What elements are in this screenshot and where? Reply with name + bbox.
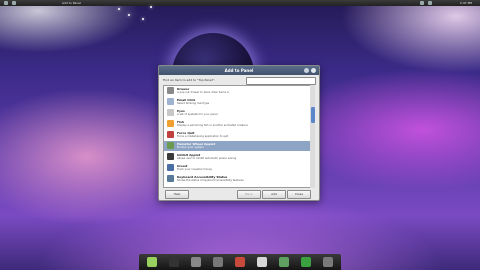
list-item[interactable]: Drawer A pop out drawer to store other i…: [164, 86, 310, 96]
network-icon[interactable]: [420, 1, 424, 5]
item-desc: A pop out drawer to store other items in: [177, 91, 230, 94]
force-quit-icon: [167, 131, 174, 138]
list-item[interactable]: Email Click Select blinking mail type: [164, 97, 310, 107]
find-label: Find an item to add to "Top Panel":: [163, 78, 215, 82]
terminal-icon[interactable]: [169, 257, 179, 267]
close-icon[interactable]: [311, 68, 316, 73]
scroll-thumb[interactable]: [310, 107, 315, 123]
eyes-icon: [167, 109, 174, 116]
add-to-panel-dialog: Add to Panel Find an item to add to "Top…: [158, 65, 320, 201]
photos-icon[interactable]: [235, 257, 245, 267]
menu-icon[interactable]: [4, 1, 8, 5]
search-input[interactable]: [246, 76, 316, 85]
list-item[interactable]: Eyes A set of eyeballs for your panel: [164, 108, 310, 118]
item-desc: Monitor your system: [177, 146, 204, 149]
add-button[interactable]: Add: [262, 190, 286, 199]
item-desc: Shows the status of keyboard accessibili…: [177, 179, 244, 182]
list-item[interactable]: Inhibit Applet Allows user to inhibit au…: [164, 152, 310, 162]
sparkle: [118, 8, 120, 10]
applet-list[interactable]: Drawer A pop out drawer to store other i…: [163, 85, 311, 188]
sparkle: [150, 6, 152, 8]
folder-icon[interactable]: [213, 257, 223, 267]
browser-icon[interactable]: [257, 257, 267, 267]
list-item-selected[interactable]: Hamster Wheel Applet Monitor your system: [164, 141, 310, 151]
inhibit-icon: [167, 153, 174, 160]
list-item[interactable]: Fish Display a swimming fish or another …: [164, 119, 310, 129]
dock: [139, 254, 341, 270]
dialog-titlebar[interactable]: Add to Panel: [159, 66, 319, 75]
drawer-icon: [167, 87, 174, 94]
active-window-title[interactable]: Add to Panel: [62, 0, 81, 6]
item-desc: Allows user to inhibit automatic power s…: [177, 157, 237, 160]
chat-icon[interactable]: [301, 257, 311, 267]
help-button[interactable]: Help: [165, 190, 189, 199]
keyboard-icon: [167, 175, 174, 182]
dialog-title: Add to Panel: [224, 68, 254, 73]
item-desc: Display a swimming fish or another anima…: [177, 124, 248, 127]
close-button[interactable]: Close: [287, 190, 311, 199]
clock[interactable]: 2:47 PM: [460, 0, 472, 6]
hamster-icon: [167, 142, 174, 149]
invest-icon: [167, 164, 174, 171]
item-desc: A set of eyeballs for your panel: [177, 113, 218, 116]
sparkle: [128, 14, 130, 16]
item-desc: Force a misbehaving application to quit: [177, 135, 229, 138]
sparkle: [142, 18, 144, 20]
list-scrollbar[interactable]: [310, 85, 315, 188]
trash-icon[interactable]: [323, 257, 333, 267]
mail-icon: [167, 98, 174, 105]
music-icon[interactable]: [279, 257, 289, 267]
files-icon[interactable]: [147, 257, 157, 267]
back-button[interactable]: Back: [237, 190, 261, 199]
fish-icon: [167, 120, 174, 127]
item-desc: Track your invested money: [177, 168, 213, 171]
list-item[interactable]: Invest Track your invested money: [164, 163, 310, 173]
top-panel: Add to Panel 2:47 PM: [0, 0, 480, 6]
list-item[interactable]: Keyboard Accessibility Status Shows the …: [164, 174, 310, 184]
launcher-icon[interactable]: [12, 1, 16, 5]
item-desc: Select blinking mail type: [177, 102, 210, 105]
drive-icon[interactable]: [191, 257, 201, 267]
list-item[interactable]: Force Quit Force a misbehaving applicati…: [164, 130, 310, 140]
minimize-icon[interactable]: [304, 68, 309, 73]
volume-icon[interactable]: [428, 1, 432, 5]
